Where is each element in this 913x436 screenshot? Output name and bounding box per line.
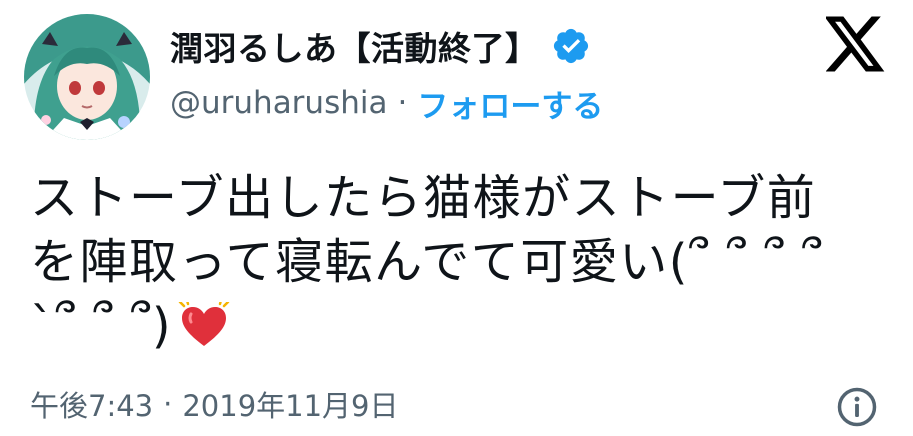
tweet-time[interactable]: 午後7:43 xyxy=(30,383,153,425)
tweet-text: ストーブ出したら猫様がストーブ前 を陣取って寝転んでて可愛い(՞ ՞ ՞ ՞ `… xyxy=(30,166,890,358)
heart-emoji xyxy=(178,302,230,346)
display-name[interactable]: 潤羽るしあ【活動終了】 xyxy=(170,22,539,70)
avatar[interactable] xyxy=(24,14,150,140)
x-logo-icon[interactable] xyxy=(826,16,886,72)
avatar-image xyxy=(24,14,150,140)
tweet-date[interactable]: 2019年11月9日 xyxy=(182,383,398,425)
tweet-meta: 午後7:43 · 2019年11月9日 xyxy=(30,384,399,424)
info-icon[interactable] xyxy=(836,386,878,428)
tweet-text-line-3-text: `՞ ՞ ՞) xyxy=(30,298,173,354)
author-handle-row: @uruharushia · フォローする xyxy=(170,80,603,126)
follow-button[interactable]: フォローする xyxy=(417,81,603,126)
tweet-text-line-1: ストーブ出したら猫様がストーブ前 xyxy=(30,170,817,226)
tweet-text-line-2: を陣取って寝転んでて可愛い(՞ ՞ ՞ ՞ xyxy=(30,234,824,290)
meta-separator: · xyxy=(163,387,173,421)
verified-badge-icon xyxy=(553,28,588,64)
author-name-row: 潤羽るしあ【活動終了】 xyxy=(170,20,591,72)
tweet-text-line-3: `՞ ՞ ՞) xyxy=(30,294,890,358)
separator-dot: · xyxy=(397,85,408,121)
author-handle[interactable]: @uruharushia xyxy=(170,85,387,121)
